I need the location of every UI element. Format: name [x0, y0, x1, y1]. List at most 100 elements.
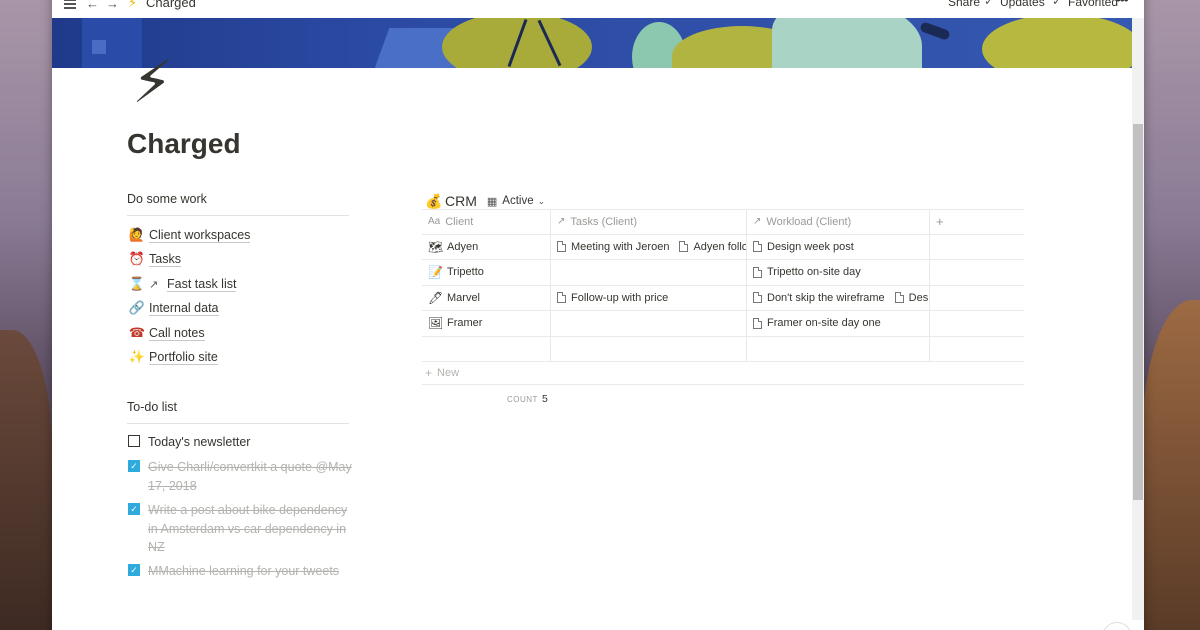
link-chain-icon: 🔗: [128, 300, 146, 315]
help-button[interactable]: [1102, 622, 1132, 630]
pen-icon: 🖊: [428, 290, 444, 305]
menu-icon[interactable]: [64, 0, 76, 9]
link-client-workspaces[interactable]: 🙋 Client workspaces: [127, 224, 251, 246]
todo-text[interactable]: MMachine learning for your tweets: [148, 562, 353, 581]
page-link[interactable]: Framer on-site day one: [753, 317, 881, 329]
workload-cell[interactable]: Don't skip the wireframe Des: [747, 285, 930, 310]
page-link[interactable]: Don't skip the wireframe: [753, 292, 885, 304]
checkbox-checked[interactable]: ✓: [128, 460, 140, 472]
checkbox-unchecked[interactable]: [128, 435, 140, 447]
workload-cell[interactable]: Framer on-site day one: [747, 311, 930, 336]
sparkles-icon: ✨: [128, 349, 146, 364]
link-internal-data[interactable]: 🔗 Internal data: [127, 297, 219, 319]
updates-button[interactable]: Updates: [1000, 0, 1045, 9]
client-name: Framer: [447, 317, 483, 330]
todo-text[interactable]: Today's newsletter: [148, 433, 353, 452]
link-label: Portfolio site: [149, 349, 218, 365]
client-cell[interactable]: 🖼 Framer: [422, 311, 551, 336]
forward-arrow-icon[interactable]: →: [106, 0, 119, 11]
top-bar: ← → ⚡ Charged Share ✓ Updates ✓ Favorite…: [52, 0, 1144, 11]
back-arrow-icon[interactable]: ←: [86, 0, 99, 11]
link-arrow-icon: ↗: [149, 278, 159, 291]
breadcrumb[interactable]: Charged: [146, 0, 196, 10]
client-cell[interactable]: 🖊 Marvel: [422, 285, 551, 310]
person-raising-hand-icon: 🙋: [128, 227, 146, 242]
workload-cell[interactable]: Tripetto on-site day: [747, 260, 930, 285]
link-label: Tasks: [149, 251, 181, 267]
client-cell[interactable]: 🗺 Adyen: [422, 234, 551, 259]
column-header-client[interactable]: Aa Client: [422, 210, 551, 234]
column-header-workload[interactable]: ↗ Workload (Client): [747, 210, 930, 234]
checkmark-icon: ✓: [1052, 0, 1063, 8]
table-row[interactable]: 🖊 Marvel Follow-up with price Don't skip…: [422, 285, 1024, 311]
link-tasks[interactable]: ⏰ Tasks: [127, 248, 181, 270]
scrollbar-thumb[interactable]: [1133, 124, 1143, 500]
todo-text[interactable]: Write a post about bike dependency in Am…: [148, 501, 353, 557]
column-header-tasks[interactable]: ↗ Tasks (Client): [551, 210, 747, 234]
favorited-button[interactable]: Favorited: [1068, 0, 1118, 9]
page-link-label: Framer on-site day one: [767, 317, 881, 330]
table-row[interactable]: 📝 Tripetto Tripetto on-site day: [422, 260, 1024, 286]
page-icon: [753, 266, 762, 278]
tasks-cell[interactable]: Follow-up with price: [551, 285, 747, 310]
divider: [127, 215, 349, 216]
count-label: COUNT: [507, 394, 538, 404]
link-label: Client workspaces: [149, 227, 251, 243]
link-call-notes[interactable]: ☎ Call notes: [127, 322, 205, 344]
page-link[interactable]: Meeting with Jeroen: [557, 241, 669, 253]
app-window: ← → ⚡ Charged Share ✓ Updates ✓ Favorite…: [52, 0, 1144, 630]
table-row[interactable]: 🗺 Adyen Meeting with Jeroen Adyen follo …: [422, 234, 1024, 260]
table-row[interactable]: 🖼 Framer Framer on-site day one: [422, 311, 1024, 337]
client-cell[interactable]: [422, 336, 551, 361]
link-label: Call notes: [149, 325, 205, 341]
page-title[interactable]: Charged: [127, 128, 241, 160]
link-fast-task-list[interactable]: ⌛ ↗ Fast task list: [127, 273, 237, 295]
add-column-button[interactable]: +: [930, 210, 1024, 234]
count-value: 5: [541, 393, 548, 405]
divider: [127, 423, 349, 424]
framed-picture-icon: 🖼: [428, 316, 444, 331]
database-title[interactable]: CRM: [445, 193, 477, 209]
plus-icon: +: [425, 366, 433, 380]
alarm-clock-icon: ⏰: [128, 251, 146, 266]
relation-arrow-icon: ↗: [557, 216, 566, 228]
tasks-cell[interactable]: [551, 336, 747, 361]
todo-text[interactable]: Give Charli/convertkit a quote @May 17, …: [148, 458, 353, 495]
workload-cell[interactable]: Design week post: [747, 234, 930, 259]
page-link[interactable]: Des: [894, 292, 928, 304]
checkbox-checked[interactable]: ✓: [128, 564, 140, 576]
tasks-cell[interactable]: [551, 260, 747, 285]
map-icon: 🗺: [428, 239, 444, 254]
chevron-down-icon[interactable]: ⌄: [538, 196, 546, 207]
count-summary[interactable]: COUNT 5: [507, 393, 548, 405]
page-link[interactable]: Adyen follo: [679, 241, 746, 253]
page-icon: [557, 241, 566, 253]
table-row-empty[interactable]: [422, 336, 1024, 362]
empty-cell: [930, 311, 1024, 336]
client-cell[interactable]: 📝 Tripetto: [422, 260, 551, 285]
link-label: Internal data: [149, 300, 219, 316]
tasks-cell[interactable]: [551, 311, 747, 336]
page-link[interactable]: Tripetto on-site day: [753, 266, 861, 278]
page-icon: [753, 317, 762, 329]
new-row-label: New: [437, 367, 460, 379]
tasks-cell[interactable]: Meeting with Jeroen Adyen follo: [551, 234, 747, 259]
todo-item: ✓ Give Charli/convertkit a quote @May 17…: [128, 458, 353, 495]
new-row-button[interactable]: + New: [425, 366, 459, 380]
view-selector[interactable]: Active: [502, 195, 533, 207]
checkbox-checked[interactable]: ✓: [128, 503, 140, 515]
link-portfolio-site[interactable]: ✨ Portfolio site: [127, 346, 218, 368]
more-options-icon[interactable]: •••: [1116, 0, 1129, 7]
page-link-label: Follow-up with price: [571, 291, 669, 304]
lightning-icon[interactable]: ⚡: [132, 48, 173, 118]
page-link-label: Tripetto on-site day: [767, 266, 861, 279]
cover-shape: [982, 18, 1132, 68]
page-link-label: Design week post: [767, 240, 854, 253]
workload-cell[interactable]: [747, 336, 930, 361]
share-button[interactable]: Share: [948, 0, 980, 9]
text-type-icon: Aa: [428, 216, 441, 228]
page-link[interactable]: Design week post: [753, 241, 854, 253]
page-link[interactable]: Follow-up with price: [557, 292, 668, 304]
crm-table: Aa Client ↗ Tasks (Client) ↗ Workload (C…: [422, 209, 1024, 362]
column-label: Tasks (Client): [570, 215, 638, 228]
